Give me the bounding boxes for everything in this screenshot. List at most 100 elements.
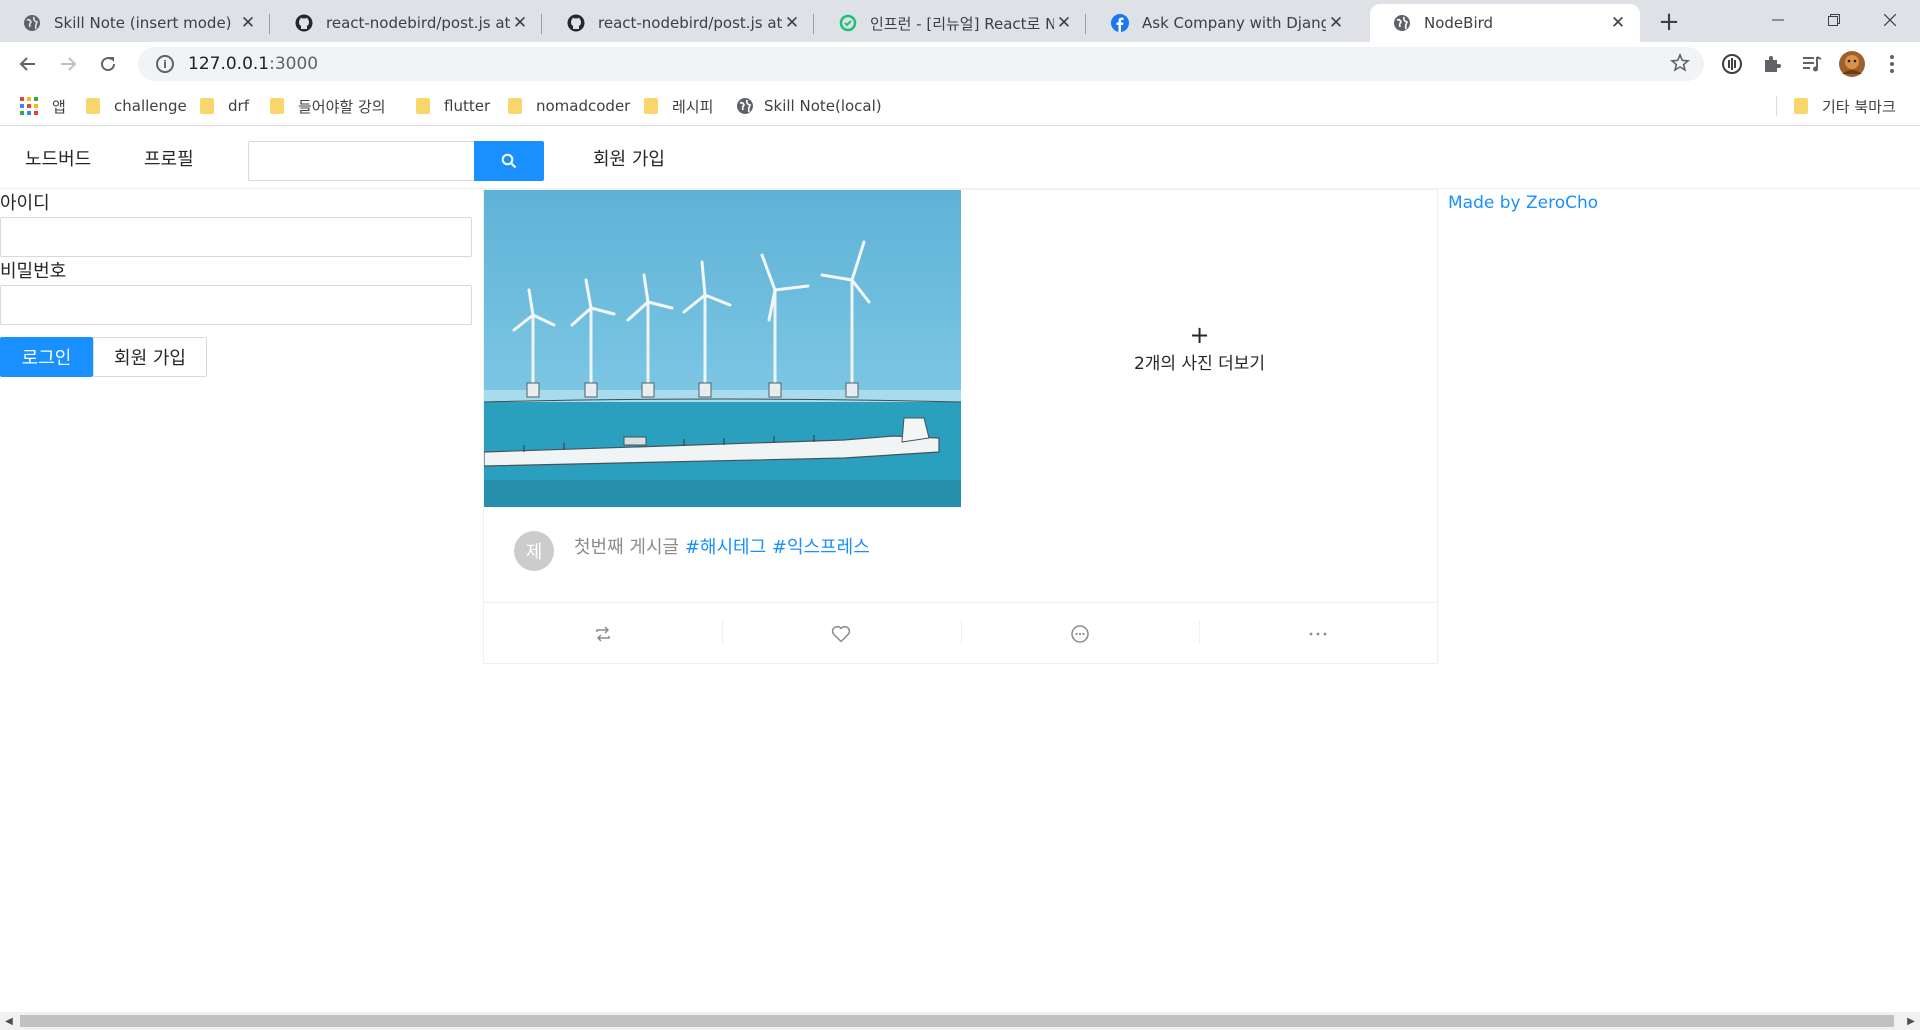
menu-signup[interactable]: 회원 가입 [593, 145, 665, 171]
bookmarks-divider [1776, 96, 1777, 116]
folder-icon [644, 98, 658, 114]
avatar-icon[interactable] [1838, 50, 1866, 78]
close-icon[interactable]: ✕ [510, 13, 530, 33]
search-button[interactable] [474, 141, 544, 181]
scroll-left-icon[interactable]: ◀ [0, 1012, 18, 1030]
bookmark-label: Skill Note(local) [764, 97, 882, 115]
star-icon[interactable] [1669, 52, 1691, 78]
close-window-button[interactable] [1862, 0, 1918, 40]
bookmark-other[interactable]: 기타 북마크 [1794, 94, 1896, 118]
tab-strip: Skill Note (insert mode) ✕ react-nodebir… [0, 0, 1920, 42]
bookmark-label: 들어야할 강의 [298, 97, 386, 116]
top-menu: 노드버드 프로필 회원 가입 [0, 127, 1920, 189]
more-options-button[interactable] [1198, 604, 1437, 663]
signup-button[interactable]: 회원 가입 [93, 337, 207, 377]
more-photos-label: 2개의 사진 더보기 [1133, 354, 1266, 374]
post-card: + 2개의 사진 더보기 제 첫번째 게시글 #해시테그 #익스프레스 [483, 189, 1438, 664]
message-icon [1070, 624, 1089, 643]
tab-github-1[interactable]: react-nodebird/post.js at re ✕ [272, 4, 542, 42]
scroll-right-icon[interactable]: ▶ [1902, 1012, 1920, 1030]
login-form: 아이디 비밀번호 로그인 회원 가입 [0, 191, 474, 377]
search-input[interactable] [248, 141, 474, 181]
info-icon[interactable]: i [156, 55, 174, 73]
post-description: 첫번째 게시글 #해시테그 #익스프레스 [574, 533, 870, 559]
close-icon[interactable]: ✕ [1608, 13, 1628, 33]
like-button[interactable] [722, 604, 960, 663]
search-icon [501, 153, 517, 169]
comment-button[interactable] [960, 604, 1199, 663]
post-text: 첫번째 게시글 [574, 537, 680, 558]
post-body: 제 첫번째 게시글 #해시테그 #익스프레스 [484, 507, 1437, 603]
bookmark-label: nomadcoder [536, 97, 631, 115]
puzzle-icon[interactable] [1758, 50, 1786, 78]
globe-icon [736, 97, 754, 115]
plus-icon: + [1189, 321, 1210, 349]
login-buttons: 로그인 회원 가입 [0, 337, 474, 377]
bookmark-label: 레시피 [672, 97, 714, 116]
restore-button[interactable] [1806, 0, 1862, 40]
tab-github-2[interactable]: react-nodebird/post.js at re ✕ [544, 4, 814, 42]
reload-button[interactable] [92, 48, 124, 80]
password-input[interactable] [0, 285, 472, 325]
extension-icon[interactable] [1718, 50, 1746, 78]
media-control-icon[interactable] [1798, 50, 1826, 78]
post-image[interactable] [484, 190, 961, 507]
horizontal-scrollbar[interactable]: ◀ ▶ [0, 1012, 1920, 1030]
retweet-button[interactable] [484, 604, 722, 663]
folder-icon [508, 98, 522, 114]
close-icon[interactable]: ✕ [1054, 13, 1074, 33]
tab-skill-note[interactable]: Skill Note (insert mode) ✕ [0, 4, 270, 42]
tab-nodebird[interactable]: NodeBird ✕ [1370, 4, 1640, 42]
bookmark-label: drf [228, 97, 249, 115]
menu-kebab-icon[interactable] [1878, 50, 1906, 78]
minimize-button[interactable] [1750, 0, 1806, 40]
login-button[interactable]: 로그인 [0, 337, 93, 377]
folder-icon [200, 98, 214, 114]
scrollbar-thumb[interactable] [20, 1015, 1894, 1027]
close-icon[interactable]: ✕ [782, 13, 802, 33]
back-button[interactable] [12, 48, 44, 80]
url-port: :3000 [269, 54, 319, 74]
password-label: 비밀번호 [0, 261, 67, 282]
bookmark-label: 기타 북마크 [1822, 97, 1896, 116]
tab-separator [813, 14, 814, 34]
bookmark-recipe[interactable]: 레시피 [644, 94, 713, 118]
tab-title: Ask Company with Django/ [1142, 14, 1326, 32]
avatar[interactable]: 제 [514, 531, 554, 571]
bookmark-lectures[interactable]: 들어야할 강의 [270, 94, 386, 118]
address-bar[interactable]: i 127.0.0.1:3000 [138, 47, 1704, 81]
bookmark-nomadcoder[interactable]: nomadcoder [508, 94, 630, 118]
tab-separator [541, 14, 542, 34]
folder-icon [416, 98, 430, 114]
more-photos-button[interactable]: + 2개의 사진 더보기 [961, 190, 1438, 507]
id-input[interactable] [0, 217, 472, 257]
close-icon[interactable]: ✕ [238, 13, 258, 33]
bookmark-skill-note[interactable]: Skill Note(local) [736, 94, 882, 118]
globe-icon [1392, 13, 1412, 33]
forward-button[interactable] [52, 48, 84, 80]
bookmark-apps[interactable]: 앱 [20, 94, 66, 118]
new-tab-button[interactable]: + [1654, 8, 1684, 38]
bookmarks-bar: 앱 challenge drf 들어야할 강의 flutter nomadcod… [0, 86, 1920, 126]
tab-inflearn[interactable]: 인프런 - [리뉴얼] React로 N ✕ [816, 4, 1086, 42]
tab-title: NodeBird [1424, 14, 1494, 32]
tab-facebook[interactable]: Ask Company with Django/ ✕ [1088, 4, 1358, 42]
heart-icon [832, 625, 851, 642]
bookmark-challenge[interactable]: challenge [86, 94, 187, 118]
tab-title: Skill Note (insert mode) [54, 14, 232, 32]
menu-home[interactable]: 노드버드 [25, 145, 91, 171]
bookmark-label: 앱 [52, 97, 66, 116]
folder-icon [1794, 98, 1808, 114]
close-icon[interactable]: ✕ [1326, 13, 1346, 33]
bookmark-flutter[interactable]: flutter [416, 94, 490, 118]
bookmark-drf[interactable]: drf [200, 94, 249, 118]
hashtag-link[interactable]: #익스프레스 [772, 537, 870, 558]
tab-title: 인프런 - [리뉴얼] React로 N [870, 14, 1054, 33]
post-actions [484, 604, 1437, 663]
retweet-icon [596, 625, 610, 642]
credit-link[interactable]: Made by ZeroCho [1448, 193, 1598, 213]
bookmark-label: challenge [114, 97, 187, 115]
hashtag-link[interactable]: #해시테그 [685, 537, 766, 558]
menu-profile[interactable]: 프로필 [144, 145, 194, 171]
github-icon [294, 13, 314, 33]
